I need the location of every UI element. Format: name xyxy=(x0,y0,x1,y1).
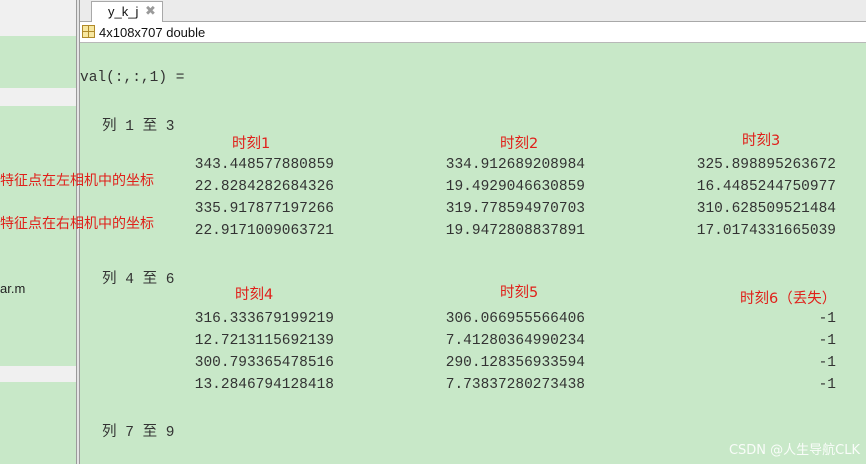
left-pane-divider-lower xyxy=(0,366,76,382)
variable-info-bar: 4x108x707 double xyxy=(80,22,866,43)
value-cell: -1 xyxy=(818,333,836,349)
value-cell: 300.793365478516 xyxy=(194,355,334,371)
file-list-item[interactable]: ar.m xyxy=(0,281,25,296)
value-cell: 306.066955566406 xyxy=(445,311,585,327)
variable-size-label: 4x108x707 double xyxy=(99,25,206,40)
tab-variable[interactable]: y_k_j ✖ xyxy=(91,1,163,22)
time-label: 时刻5 xyxy=(500,285,539,301)
value-cell: 316.333679199219 xyxy=(194,311,334,327)
left-pane-divider xyxy=(0,88,76,106)
time-label: 时刻2 xyxy=(500,136,539,152)
watermark: CSDN @人生导航CLK xyxy=(728,443,860,458)
left-pane-header xyxy=(0,0,76,36)
value-cell: 19.9472808837891 xyxy=(445,223,585,239)
left-camera-annotation: 特征点在左相机中的坐标 xyxy=(0,173,154,189)
close-icon[interactable]: ✖ xyxy=(145,3,156,19)
time-label: 时刻1 xyxy=(232,136,271,152)
variable-editor-window: ar.m y_k_j ✖ 4x108x707 double 特征点在左相机中的坐… xyxy=(0,0,866,464)
output-header: val(:,:,1) = xyxy=(80,70,185,86)
tab-bar: y_k_j ✖ xyxy=(80,0,866,22)
value-cell: -1 xyxy=(818,311,836,327)
value-cell: 12.7213115692139 xyxy=(194,333,334,349)
column-range-label: 列 7 至 9 xyxy=(102,425,175,441)
output-area[interactable]: val(:,:,1) = 列 1 至 3 时刻1 时刻2 时刻3 343.448… xyxy=(80,43,866,464)
value-cell: 310.628509521484 xyxy=(696,201,836,217)
value-cell: 290.128356933594 xyxy=(445,355,585,371)
value-cell: 22.9171009063721 xyxy=(194,223,334,239)
value-cell: -1 xyxy=(818,355,836,371)
value-cell: 17.0174331665039 xyxy=(696,223,836,239)
column-range-label: 列 4 至 6 xyxy=(102,272,175,288)
value-cell: 343.448577880859 xyxy=(194,157,334,173)
value-cell: 22.8284282684326 xyxy=(194,179,334,195)
column-range-label: 列 1 至 3 xyxy=(102,119,175,135)
value-cell: -1 xyxy=(818,377,836,393)
value-cell: 319.778594970703 xyxy=(445,201,585,217)
time-label: 时刻4 xyxy=(235,287,274,303)
right-camera-annotation: 特征点在右相机中的坐标 xyxy=(0,216,154,232)
time-label: 时刻3 xyxy=(742,133,781,149)
value-cell: 19.4929046630859 xyxy=(445,179,585,195)
tab-title: y_k_j xyxy=(108,4,139,19)
value-cell: 334.912689208984 xyxy=(445,157,585,173)
value-cell: 7.41280364990234 xyxy=(445,333,585,349)
value-cell: 335.917877197266 xyxy=(194,201,334,217)
time-label: 时刻6（丢失） xyxy=(740,291,837,307)
value-cell: 13.2846794128418 xyxy=(194,377,334,393)
grid-icon xyxy=(82,25,95,38)
value-cell: 7.73837280273438 xyxy=(445,377,585,393)
value-cell: 16.4485244750977 xyxy=(696,179,836,195)
value-cell: 325.898895263672 xyxy=(696,157,836,173)
